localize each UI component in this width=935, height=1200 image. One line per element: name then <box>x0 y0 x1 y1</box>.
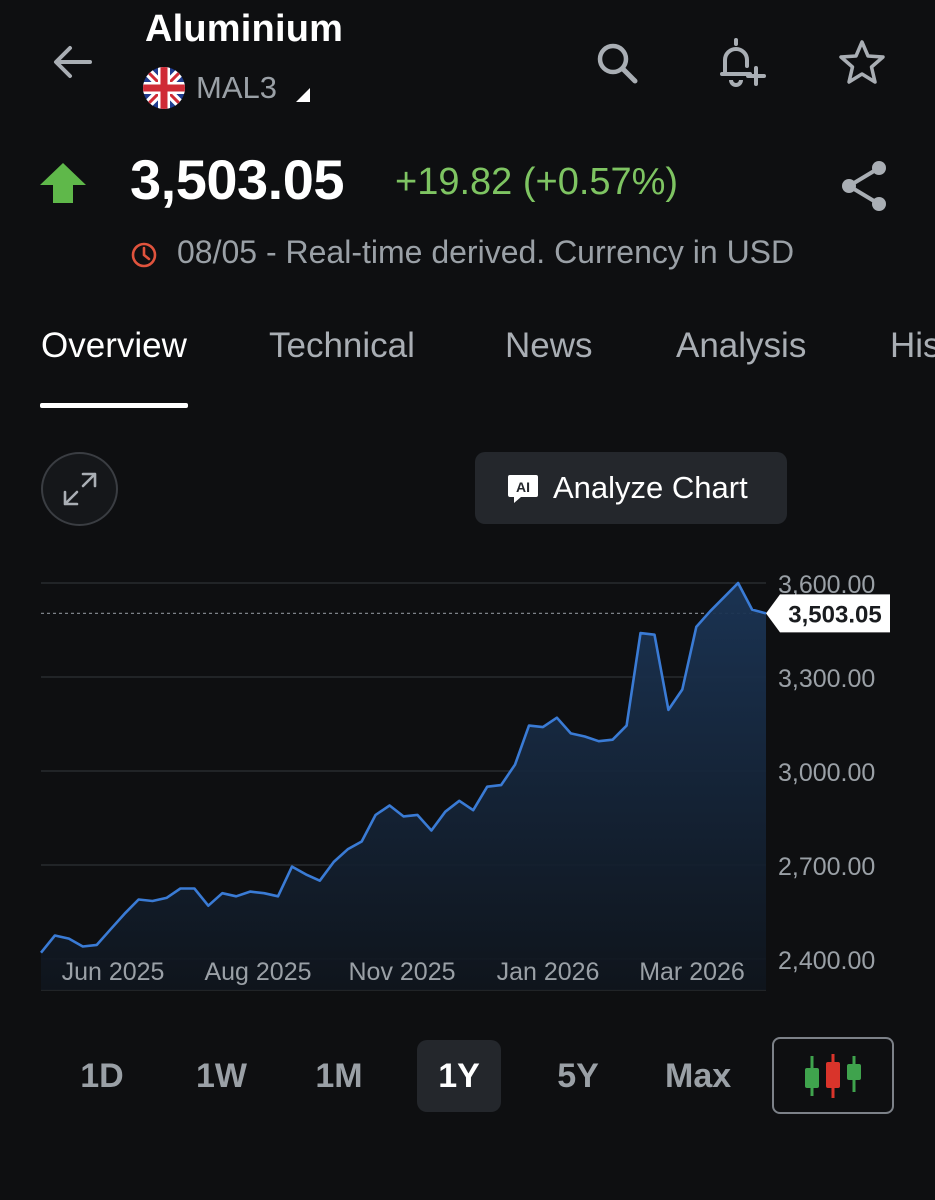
x-tick-label: Mar 2026 <box>639 958 745 986</box>
range-1y[interactable]: 1Y <box>417 1040 501 1112</box>
x-tick-label: Jun 2025 <box>62 958 165 986</box>
last-value-tag: 3,503.05 <box>766 594 890 633</box>
range-5y[interactable]: 5Y <box>536 1040 620 1112</box>
last-price: 3,503.05 <box>130 148 344 211</box>
instrument-title: Aluminium <box>145 8 344 50</box>
active-tab-indicator <box>40 403 188 408</box>
tab-technical[interactable]: Technical <box>269 326 415 366</box>
clock-icon <box>130 241 158 269</box>
search-icon <box>597 43 638 84</box>
analyze-chart-button[interactable]: AI Analyze Chart <box>475 452 787 524</box>
price-chart[interactable]: 3,600.003,300.003,000.002,700.002,400.00… <box>0 560 935 1010</box>
range-1w[interactable]: 1W <box>178 1040 265 1112</box>
tab-historical[interactable]: His <box>890 326 935 366</box>
range-1d[interactable]: 1D <box>60 1040 144 1112</box>
add-alert-button[interactable] <box>712 36 766 90</box>
search-button[interactable] <box>590 36 644 90</box>
share-icon <box>842 161 886 211</box>
bell-plus-icon <box>720 38 766 87</box>
range-max[interactable]: Max <box>647 1040 749 1112</box>
last-value-label: 3,503.05 <box>788 601 881 628</box>
x-tick-label: Nov 2025 <box>348 958 455 986</box>
expand-chart-button[interactable] <box>41 452 118 526</box>
back-button[interactable] <box>46 36 98 88</box>
tab-analysis[interactable]: Analysis <box>676 326 806 366</box>
price-change: +19.82 (+0.57%) <box>395 161 679 203</box>
tab-news[interactable]: News <box>505 326 593 366</box>
y-tick-label: 3,000.00 <box>778 759 875 787</box>
watchlist-button[interactable] <box>835 36 889 90</box>
share-button[interactable] <box>835 157 893 215</box>
y-tick-label: 2,400.00 <box>778 947 875 975</box>
ticker-dropdown-icon[interactable] <box>296 88 310 102</box>
back-arrow-icon <box>54 46 92 78</box>
range-1m[interactable]: 1M <box>297 1040 381 1112</box>
y-tick-label: 2,700.00 <box>778 853 875 881</box>
quote-timestamp-note: 08/05 - Real-time derived. Currency in U… <box>177 234 795 270</box>
expand-icon <box>63 472 96 506</box>
x-tick-label: Jan 2026 <box>497 958 600 986</box>
uk-flag-icon <box>143 67 185 109</box>
x-tick-label: Aug 2025 <box>204 958 311 986</box>
ai-badge-text: AI <box>516 479 530 495</box>
candlestick-icon <box>805 1053 861 1098</box>
ticker-symbol[interactable]: MAL3 <box>196 70 277 106</box>
ai-icon: AI <box>507 473 539 503</box>
y-tick-label: 3,300.00 <box>778 665 875 693</box>
star-icon <box>839 40 885 84</box>
tab-overview[interactable]: Overview <box>41 326 187 366</box>
chart-type-button[interactable] <box>772 1037 894 1114</box>
analyze-chart-label: Analyze Chart <box>553 470 748 505</box>
up-arrow-icon <box>40 163 86 203</box>
